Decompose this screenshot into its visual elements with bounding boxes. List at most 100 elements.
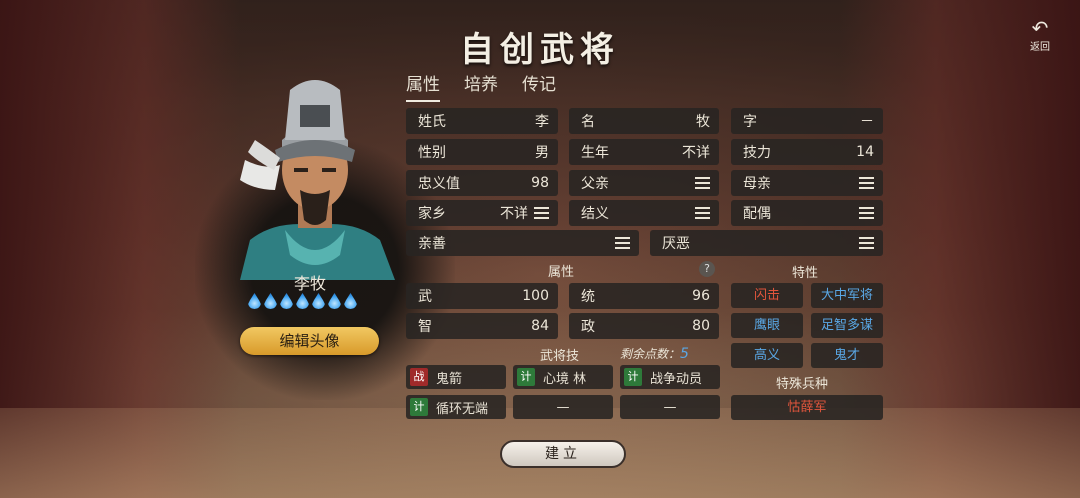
likes-field[interactable]: 亲善 <box>406 230 639 256</box>
stat-intel[interactable]: 智 84 <box>406 313 558 339</box>
stat-pol[interactable]: 政 80 <box>569 313 719 339</box>
remaining-points-value: 5 <box>680 346 689 362</box>
back-button[interactable]: ↶ 返回 <box>1020 18 1060 56</box>
father-field[interactable]: 父亲 <box>569 170 719 196</box>
birth-year-value: 不详 <box>682 145 710 161</box>
page-title: 自创武将 <box>460 30 620 70</box>
back-label: 返回 <box>1030 42 1050 53</box>
menu-icon[interactable] <box>859 177 874 189</box>
drop-icon <box>248 293 261 309</box>
birth-year-field[interactable]: 生年 不详 <box>569 139 719 165</box>
stat-pol-value: 80 <box>692 318 710 334</box>
skill-label: 战争动员 <box>650 371 703 387</box>
general-portrait <box>240 80 395 280</box>
trait-item[interactable]: 鹰眼 <box>731 313 803 338</box>
skill-tag: 计 <box>410 398 428 416</box>
drop-icon <box>344 293 357 309</box>
trait-item[interactable]: 鬼才 <box>811 343 883 368</box>
given-name-label: 名 <box>581 114 595 130</box>
stat-intel-value: 84 <box>531 318 549 334</box>
skill-tag: 计 <box>517 368 535 386</box>
birth-year-label: 生年 <box>581 145 609 161</box>
help-icon[interactable]: ? <box>699 261 715 277</box>
stat-war-label: 武 <box>418 289 432 305</box>
edit-portrait-button[interactable]: 编辑头像 <box>240 327 379 355</box>
skill-slot[interactable]: 战 鬼箭 <box>406 365 506 389</box>
dislikes-field[interactable]: 厌恶 <box>650 230 883 256</box>
drop-icon <box>296 293 309 309</box>
menu-icon[interactable] <box>695 207 710 219</box>
gender-label: 性别 <box>418 145 446 161</box>
create-button[interactable]: 建立 <box>500 440 626 468</box>
menu-icon[interactable] <box>695 177 710 189</box>
tab-training[interactable]: 培养 <box>464 70 498 102</box>
courtesy-name-field[interactable]: 字 － <box>731 108 883 134</box>
loyalty-label: 忠义值 <box>418 176 460 192</box>
loyalty-field[interactable]: 忠义值 98 <box>406 170 558 196</box>
dislikes-label: 厌恶 <box>662 236 690 252</box>
skill-tag: 计 <box>624 368 642 386</box>
drop-icon <box>328 293 341 309</box>
mother-label: 母亲 <box>743 176 771 192</box>
hometown-field[interactable]: 家乡 不详 <box>406 200 558 226</box>
trait-item[interactable]: 高义 <box>731 343 803 368</box>
hometown-label: 家乡 <box>418 206 446 222</box>
skill-label: 心境 林 <box>543 371 587 387</box>
drop-icon <box>280 293 293 309</box>
spouse-field[interactable]: 配偶 <box>731 200 883 226</box>
sworn-label: 结义 <box>581 206 609 222</box>
loyalty-value: 98 <box>531 175 549 191</box>
menu-icon[interactable] <box>534 207 549 219</box>
skill-power-value: 14 <box>856 144 874 160</box>
troop-title: 特殊兵种 <box>776 377 829 392</box>
father-label: 父亲 <box>581 176 609 192</box>
skills-title: 武将技 <box>540 349 580 364</box>
traits-title: 特性 <box>792 266 819 281</box>
skill-power-label: 技力 <box>743 145 771 161</box>
trait-item[interactable]: 大中军将 <box>811 283 883 308</box>
likes-label: 亲善 <box>418 236 446 252</box>
given-name-value: 牧 <box>696 114 710 130</box>
tab-attributes[interactable]: 属性 <box>406 70 440 102</box>
mother-field[interactable]: 母亲 <box>731 170 883 196</box>
tab-bar: 属性 培养 传记 <box>406 70 556 102</box>
menu-icon[interactable] <box>615 237 630 249</box>
remaining-points-label: 剩余点数： <box>620 347 681 361</box>
surname-label: 姓氏 <box>418 114 446 130</box>
spouse-label: 配偶 <box>743 206 771 222</box>
tab-biography[interactable]: 传记 <box>522 70 556 102</box>
special-troop[interactable]: 怙薛军 <box>731 395 883 420</box>
stat-war[interactable]: 武 100 <box>406 283 558 309</box>
back-arrow-icon: ↶ <box>1031 16 1049 40</box>
skill-slot-empty[interactable]: — <box>513 395 613 419</box>
skill-slot-empty[interactable]: — <box>620 395 720 419</box>
skill-slot[interactable]: 计 战争动员 <box>620 365 720 389</box>
skill-slot[interactable]: 计 循环无端 <box>406 395 506 419</box>
gender-value: 男 <box>535 145 549 161</box>
general-name: 李牧 <box>293 274 326 293</box>
menu-icon[interactable] <box>859 237 874 249</box>
skill-tag: 战 <box>410 368 428 386</box>
surname-field[interactable]: 姓氏 李 <box>406 108 558 134</box>
stat-lead[interactable]: 统 96 <box>569 283 719 309</box>
skill-slot[interactable]: 计 心境 林 <box>513 365 613 389</box>
sworn-field[interactable]: 结义 <box>569 200 719 226</box>
skill-label: — <box>556 399 570 415</box>
skill-label: 循环无端 <box>436 401 489 417</box>
trait-item[interactable]: 足智多谋 <box>811 313 883 338</box>
trait-item[interactable]: 闪击 <box>731 283 803 308</box>
stat-lead-label: 统 <box>581 289 595 305</box>
skill-label: 鬼箭 <box>436 371 463 387</box>
menu-icon[interactable] <box>859 207 874 219</box>
stat-intel-label: 智 <box>418 319 432 335</box>
courtesy-name-label: 字 <box>743 114 757 130</box>
given-name-field[interactable]: 名 牧 <box>569 108 719 134</box>
rank-drops <box>248 293 357 309</box>
gender-field[interactable]: 性别 男 <box>406 139 558 165</box>
surname-value: 李 <box>535 114 549 130</box>
drop-icon <box>264 293 277 309</box>
remaining-points: 剩余点数：5 <box>620 345 689 362</box>
skill-power-field: 技力 14 <box>731 139 883 165</box>
drop-icon <box>312 293 325 309</box>
stat-lead-value: 96 <box>692 288 710 304</box>
